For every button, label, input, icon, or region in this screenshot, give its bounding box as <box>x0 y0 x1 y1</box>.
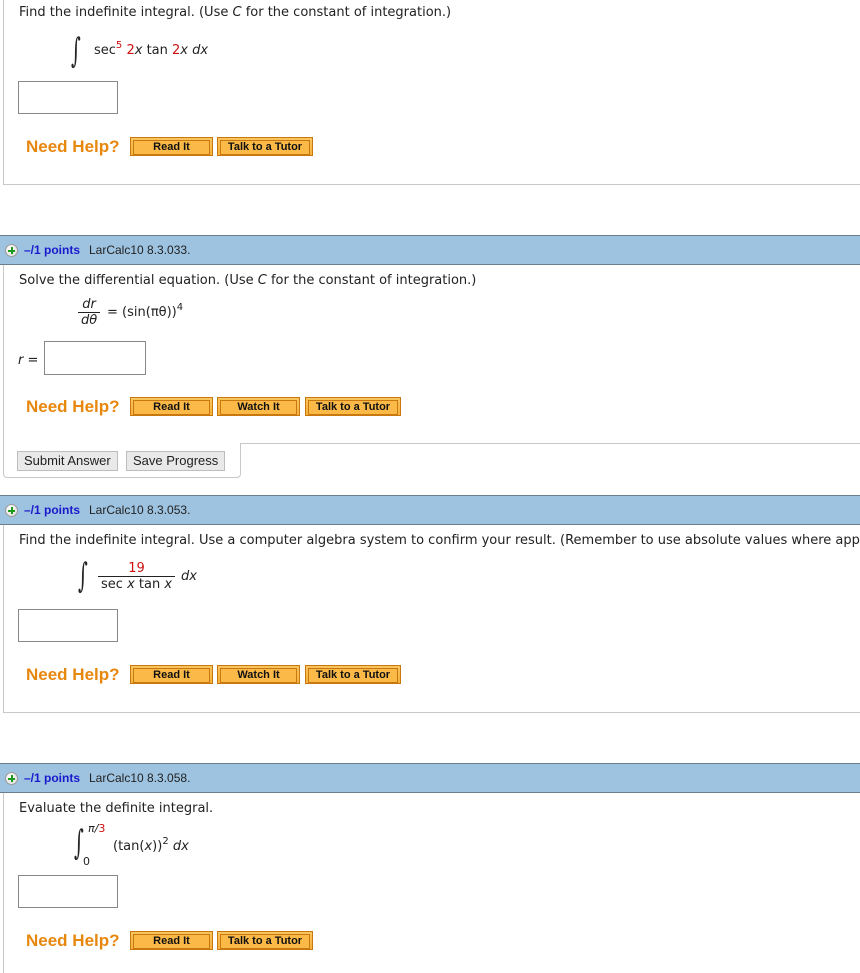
need-help-label: Need Help? <box>26 397 120 416</box>
need-help-label: Need Help? <box>26 931 120 950</box>
talk-to-tutor-button[interactable]: Talk to a Tutor <box>217 137 313 156</box>
derivative-fraction: dr dθ <box>78 298 101 328</box>
problem-3-container <box>3 524 860 713</box>
read-it-button[interactable]: Read It <box>130 137 213 156</box>
expand-plus-icon[interactable] <box>5 504 18 517</box>
problem-1-container <box>3 0 860 185</box>
points-label: –/1 points <box>24 243 81 257</box>
problem-4-header: –/1 points LarCalc10 8.3.058. <box>0 763 860 793</box>
problem-reference: LarCalc10 8.3.058. <box>89 771 191 785</box>
need-help-label: Need Help? <box>26 137 120 156</box>
talk-to-tutor-button[interactable]: Talk to a Tutor <box>305 665 401 684</box>
problem-1-prompt: Find the indefinite integral. (Use C for… <box>19 5 452 20</box>
problem-4-answer-input[interactable] <box>18 875 118 908</box>
points-label: –/1 points <box>24 771 81 785</box>
problem-reference: LarCalc10 8.3.033. <box>89 243 191 257</box>
differential: dx <box>181 569 197 584</box>
save-progress-button[interactable]: Save Progress <box>126 451 226 471</box>
submit-answer-button[interactable]: Submit Answer <box>17 451 118 471</box>
problem-4-prompt: Evaluate the definite integral. <box>19 801 214 816</box>
problem-3-header: –/1 points LarCalc10 8.3.053. <box>0 495 860 525</box>
need-help-label: Need Help? <box>26 665 120 684</box>
problem-4-integrand: (tan(x))2 dx <box>113 836 189 855</box>
problem-1-expression: sec5 2x tan 2x dx <box>94 40 209 59</box>
problem-reference: LarCalc10 8.3.053. <box>89 503 191 517</box>
lower-limit: 0 <box>83 855 90 868</box>
read-it-button[interactable]: Read It <box>130 665 213 684</box>
talk-to-tutor-button[interactable]: Talk to a Tutor <box>305 397 401 416</box>
expand-plus-icon[interactable] <box>5 772 18 785</box>
problem-3-prompt: Find the indefinite integral. Use a comp… <box>19 533 860 548</box>
read-it-button[interactable]: Read It <box>130 931 213 950</box>
integral-sign: ∫ <box>71 31 81 71</box>
upper-limit: π/3 <box>88 822 106 835</box>
problem-3-answer-input[interactable] <box>18 609 118 642</box>
watch-it-button[interactable]: Watch It <box>217 397 300 416</box>
problem-2-header: –/1 points LarCalc10 8.3.033. <box>0 235 860 265</box>
answer-label: r = <box>18 353 39 368</box>
expand-plus-icon[interactable] <box>5 244 18 257</box>
problem-2-rhs: = (sin(πθ))4 <box>107 302 184 321</box>
watch-it-button[interactable]: Watch It <box>217 665 300 684</box>
points-label: –/1 points <box>24 503 81 517</box>
problem-2-prompt: Solve the differential equation. (Use C … <box>19 273 477 288</box>
integrand-fraction: 19 sec x tan x <box>98 562 176 592</box>
divider <box>239 443 860 444</box>
talk-to-tutor-button[interactable]: Talk to a Tutor <box>217 931 313 950</box>
problem-1-answer-input[interactable] <box>18 81 118 114</box>
read-it-button[interactable]: Read It <box>130 397 213 416</box>
problem-2-answer-input[interactable] <box>44 341 146 375</box>
integral-sign: ∫ <box>78 556 88 596</box>
